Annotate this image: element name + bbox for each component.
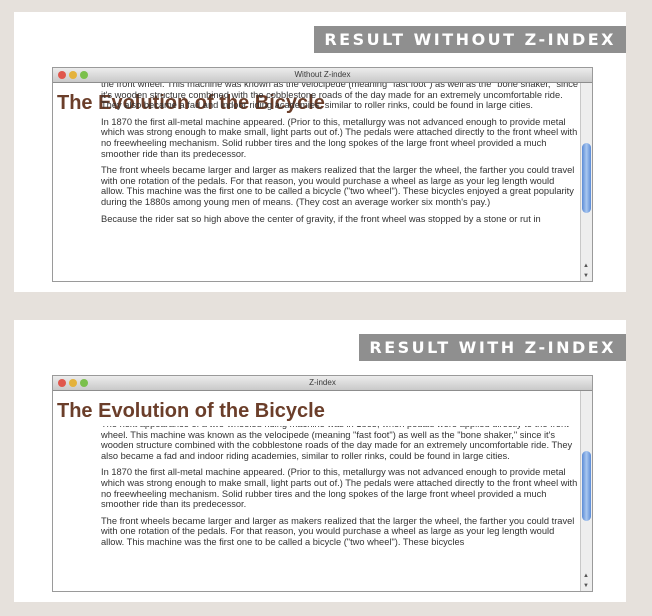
window-titlebar[interactable]: Z-index	[53, 376, 592, 391]
window-controls	[58, 71, 88, 79]
window-titlebar[interactable]: Without Z-index	[53, 68, 592, 83]
article-body: The next appearance of a two-wheeled rid…	[101, 419, 579, 554]
result-label-badge: RESULT WITHOUT Z-INDEX	[314, 26, 626, 53]
paragraph: Because the rider sat so high above the …	[101, 213, 541, 224]
window-controls	[58, 379, 88, 387]
scroll-down-icon[interactable]: ▼	[583, 273, 589, 279]
scroll-down-icon[interactable]: ▼	[583, 583, 589, 589]
page-viewport: The Evolution of the Bicycle the front w…	[53, 83, 580, 281]
paragraph: the front wheel. This machine was known …	[101, 83, 579, 111]
paragraph: The front wheels became larger and large…	[101, 165, 575, 207]
browser-window: Z-index The Evolution of the Bicycle The…	[52, 375, 593, 592]
paragraph: The front wheels became larger and large…	[101, 515, 575, 547]
scroll-up-icon[interactable]: ▲	[583, 573, 589, 579]
panel-without-z-index: RESULT WITHOUT Z-INDEX Without Z-index T…	[14, 12, 626, 292]
vertical-scrollbar[interactable]: ▲ ▼	[580, 83, 592, 281]
window-title: Z-index	[309, 378, 336, 387]
zoom-button[interactable]	[80, 379, 88, 387]
scrollbar-thumb[interactable]	[582, 143, 591, 213]
panel-with-z-index: RESULT WITH Z-INDEX Z-index The Evolutio…	[14, 320, 626, 602]
scroll-up-icon[interactable]: ▲	[583, 263, 589, 269]
page-heading: The Evolution of the Bicycle	[53, 399, 580, 426]
scrollbar-thumb[interactable]	[582, 451, 591, 521]
close-button[interactable]	[58, 379, 66, 387]
close-button[interactable]	[58, 71, 66, 79]
result-label-badge: RESULT WITH Z-INDEX	[359, 334, 626, 361]
minimize-button[interactable]	[69, 71, 77, 79]
browser-window: Without Z-index The Evolution of the Bic…	[52, 67, 593, 282]
zoom-button[interactable]	[80, 71, 88, 79]
page-viewport: The Evolution of the Bicycle The next ap…	[53, 391, 580, 591]
paragraph: In 1870 the first all-metal machine appe…	[101, 116, 578, 159]
paragraph: In 1870 the first all-metal machine appe…	[101, 467, 578, 510]
minimize-button[interactable]	[69, 379, 77, 387]
window-title: Without Z-index	[294, 70, 351, 79]
article-body: the front wheel. This machine was known …	[101, 83, 579, 230]
vertical-scrollbar[interactable]: ▲ ▼	[580, 391, 592, 591]
